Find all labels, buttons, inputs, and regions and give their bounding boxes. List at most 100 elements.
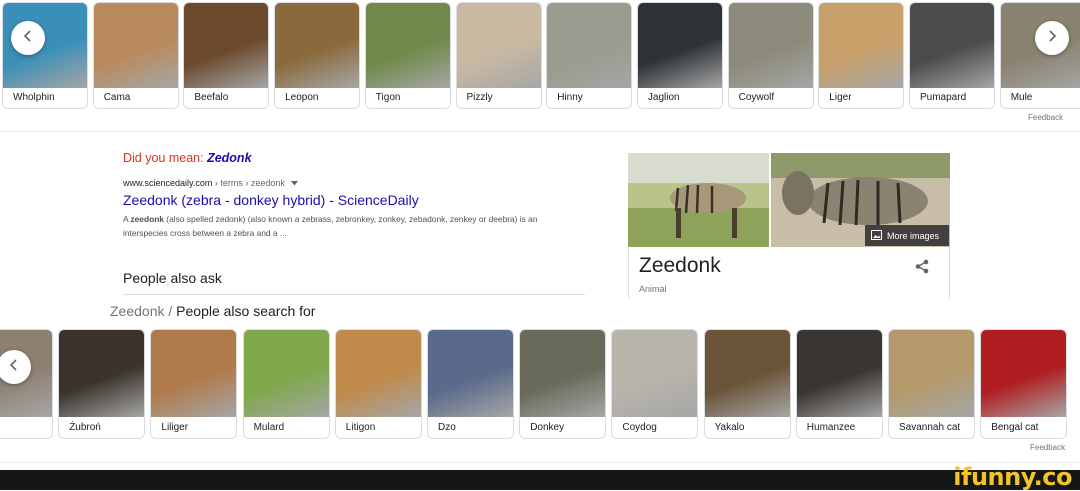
bottom-carousel-card[interactable]: Liliger — [150, 329, 238, 439]
cite-path: › terms › zeedonk — [212, 178, 285, 188]
bottom-carousel-label: Dzo — [438, 422, 456, 433]
bottom-carousel-card[interactable]: Savannah cat — [888, 329, 975, 439]
snippet-bold: zeedonk — [130, 214, 164, 224]
bottom-carousel-label: Coydog — [622, 422, 657, 433]
share-button[interactable] — [915, 259, 929, 279]
result-title-link[interactable]: Zeedonk (zebra - donkey hybrid) - Scienc… — [123, 192, 419, 208]
bottom-carousel-card[interactable]: Litigon — [334, 329, 422, 439]
top-carousel-card[interactable]: Beefalo — [183, 2, 270, 109]
knowledge-panel-subtitle: Animal — [639, 284, 667, 294]
bottom-carousel-label: Mulard — [253, 422, 285, 433]
bottom-carousel-card[interactable]: Yakalo — [703, 329, 791, 439]
top-carousel-card[interactable]: Hinny — [546, 2, 633, 109]
top-carousel-thumbnail — [728, 3, 813, 88]
top-carousel-thumbnail — [547, 3, 632, 88]
top-carousel-card[interactable]: Jaglion — [636, 2, 723, 109]
bottom-carousel-thumbnail — [428, 330, 513, 417]
divider — [123, 294, 585, 295]
people-also-search-heading: Zeedonk / People also search for — [110, 303, 315, 319]
top-feedback-link[interactable]: Feedback — [1028, 113, 1063, 122]
top-carousel-thumbnail — [637, 3, 722, 88]
ifunny-watermark: ifunny.co — [953, 463, 1072, 491]
top-carousel-label: Tigon — [375, 92, 401, 103]
bottom-carousel-label: Żubroń — [69, 422, 101, 433]
pasf-sep: / — [164, 303, 177, 319]
did-you-mean: Did you mean: Zedonk — [123, 151, 252, 165]
top-carousel-label: Pizzly — [466, 92, 493, 103]
top-carousel-card[interactable]: Tigon — [364, 2, 451, 109]
bottom-carousel-label: Humanzee — [806, 422, 856, 433]
image-icon — [871, 229, 882, 242]
caret-down-icon[interactable] — [291, 178, 299, 188]
bottom-carousel-label: Bengal cat — [991, 422, 1039, 433]
bottom-carousel-thumbnail — [981, 330, 1067, 417]
top-carousel-label: Coywolf — [738, 92, 775, 103]
pasf-entity: Zeedonk — [110, 303, 165, 319]
cite-domain: www.sciencedaily.com — [123, 178, 213, 188]
top-carousel-label: Hinny — [557, 92, 583, 103]
people-also-ask-heading: People also ask — [123, 270, 222, 286]
chevron-left-icon — [8, 358, 20, 376]
bottom-carousel-thumbnail — [612, 330, 698, 417]
top-carousel-next-button[interactable] — [1035, 21, 1069, 55]
bottom-carousel-thumbnail — [243, 330, 329, 417]
top-carousel-label: Jaglion — [647, 92, 680, 103]
bottom-carousel-card[interactable]: Bengal cat — [980, 329, 1068, 439]
top-carousel-label: Wholphin — [13, 92, 55, 103]
top-carousel-label: Pumapard — [920, 92, 967, 103]
top-carousel-thumbnail — [819, 3, 904, 88]
divider — [949, 247, 950, 299]
bottom-carousel-label: Liliger — [161, 422, 189, 433]
footer-bar — [0, 470, 1080, 490]
bottom-carousel-thumbnail — [889, 330, 974, 417]
bottom-carousel-thumbnail — [335, 330, 421, 417]
top-carousel-card[interactable]: Pizzly — [455, 2, 542, 109]
top-carousel-card[interactable]: Coywolf — [727, 2, 814, 109]
bottom-carousel-thumbnail — [796, 330, 882, 417]
top-carousel-card[interactable]: Cama — [92, 2, 179, 109]
divider — [0, 131, 1080, 132]
top-carousel-thumbnail — [365, 3, 450, 88]
bottom-carousel-thumbnail — [59, 330, 145, 417]
bottom-carousel-thumbnail — [520, 330, 606, 417]
top-carousel-thumbnail — [184, 3, 269, 88]
top-carousel-label: Cama — [103, 92, 131, 103]
bottom-carousel-thumbnail — [151, 330, 237, 417]
top-carousel-thumbnail — [93, 3, 178, 88]
pasf-label: People also search for — [176, 303, 316, 319]
top-carousel-card[interactable]: Leopon — [274, 2, 361, 109]
divider — [628, 247, 629, 299]
bottom-carousel-label: Savannah cat — [899, 422, 961, 433]
bottom-carousel-card[interactable] — [0, 329, 53, 439]
more-images-button[interactable]: More images — [865, 225, 949, 246]
more-images-label: More images — [887, 230, 940, 241]
result-cite: www.sciencedaily.com › terms › zeedonk — [123, 178, 299, 188]
bottom-carousel-card[interactable]: Donkey — [519, 329, 607, 439]
top-carousel-thumbnail — [275, 3, 360, 88]
bottom-carousel-card[interactable]: Mulard — [242, 329, 330, 439]
bottom-carousel-card[interactable]: Dzo — [427, 329, 514, 439]
bottom-carousel-label: Donkey — [530, 422, 565, 433]
bottom-carousel-label: Litigon — [345, 422, 376, 433]
bottom-carousel-label: Yakalo — [714, 422, 745, 433]
top-carousel-card[interactable]: Liger — [818, 2, 905, 109]
result-snippet: A zeedonk (also spelled zedonk) (also kn… — [123, 212, 563, 240]
top-carousel-thumbnail — [456, 3, 541, 88]
bottom-feedback-link[interactable]: Feedback — [1030, 443, 1065, 452]
top-carousel-card[interactable]: Pumapard — [909, 2, 995, 109]
top-carousel-card[interactable]: Mule — [999, 2, 1080, 109]
top-carousel-label: Liger — [829, 92, 852, 103]
chevron-left-icon — [22, 29, 34, 47]
did-you-mean-link[interactable]: Zedonk — [207, 151, 251, 165]
did-you-mean-prefix: Did you mean: — [123, 151, 208, 165]
knowledge-panel-title: Zeedonk — [639, 254, 721, 277]
bottom-carousel-card[interactable]: Żubroń — [58, 329, 146, 439]
share-icon — [915, 259, 929, 278]
bottom-carousel-card[interactable]: Coydog — [611, 329, 699, 439]
top-carousel-card[interactable]: Wholphin — [2, 2, 88, 109]
top-carousel-label: Leopon — [285, 92, 319, 103]
top-carousel-prev-button[interactable] — [11, 21, 45, 55]
bottom-carousel-card[interactable]: Humanzee — [795, 329, 883, 439]
top-carousel-label: Beefalo — [194, 92, 229, 103]
divider — [0, 462, 1080, 463]
